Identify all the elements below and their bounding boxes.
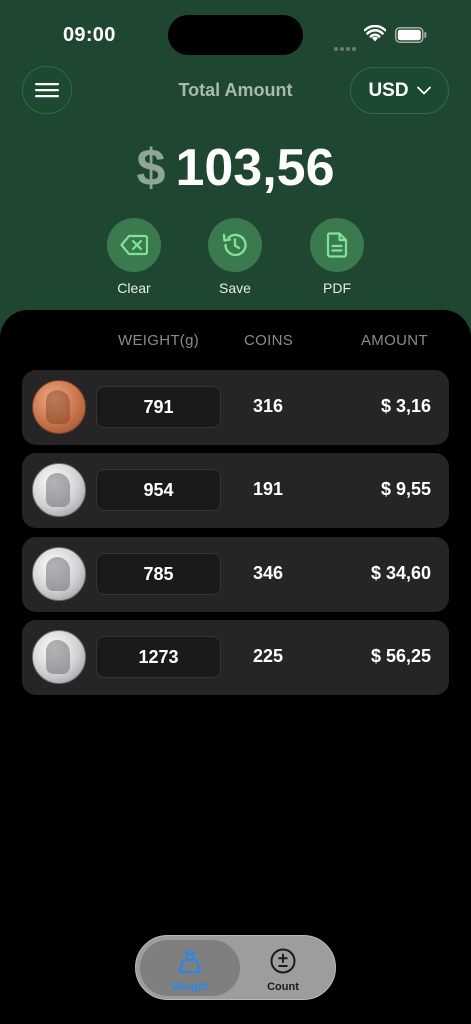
currency-label: USD bbox=[368, 79, 409, 101]
total-value: 103,56 bbox=[175, 139, 335, 197]
clear-button-circle bbox=[107, 218, 161, 272]
coin-row-nickel: 954 191 $ 9,55 bbox=[22, 453, 449, 528]
status-time: 09:00 bbox=[63, 24, 116, 46]
history-icon bbox=[222, 233, 247, 257]
quarter-icon bbox=[32, 630, 86, 684]
coin-row-quarter: 1273 225 $ 56,25 bbox=[22, 620, 449, 695]
weight-input-nickel[interactable]: 954 bbox=[96, 469, 221, 511]
dynamic-island bbox=[168, 15, 303, 55]
save-label: Save bbox=[219, 280, 251, 296]
tab-weight-label: Weight bbox=[171, 981, 209, 993]
tab-count-label: Count bbox=[267, 981, 299, 993]
currency-selector[interactable]: USD bbox=[350, 67, 449, 114]
nickel-icon bbox=[32, 463, 86, 517]
pdf-label: PDF bbox=[323, 280, 351, 296]
amount-dime: $ 34,60 bbox=[370, 563, 431, 583]
tab-bar: Weight Count bbox=[135, 935, 336, 1000]
weight-input-dime[interactable]: 785 bbox=[96, 553, 221, 595]
total-amount: $103,56 bbox=[0, 138, 471, 198]
header-amount: AMOUNT bbox=[361, 332, 428, 349]
status-bar: 09:00 bbox=[0, 0, 471, 70]
coins-count-dime: 346 bbox=[252, 563, 284, 583]
clear-label: Clear bbox=[117, 280, 151, 296]
pdf-button-circle bbox=[310, 218, 364, 272]
coins-count-nickel: 191 bbox=[252, 479, 284, 499]
battery-icon bbox=[395, 27, 427, 43]
save-button-circle bbox=[208, 218, 262, 272]
tab-weight[interactable]: Weight bbox=[140, 940, 240, 996]
plus-minus-icon bbox=[270, 948, 296, 974]
wifi-icon bbox=[364, 25, 386, 42]
backspace-icon bbox=[120, 234, 148, 256]
total-currency-symbol: $ bbox=[136, 139, 166, 197]
clear-button[interactable]: Clear bbox=[99, 218, 169, 296]
amount-penny: $ 3,16 bbox=[380, 396, 431, 416]
amount-quarter: $ 56,25 bbox=[370, 646, 431, 666]
coins-count-quarter: 225 bbox=[252, 646, 284, 666]
tab-count[interactable]: Count bbox=[233, 940, 333, 996]
coin-row-dime: 785 346 $ 34,60 bbox=[22, 537, 449, 612]
weight-input-penny[interactable]: 791 bbox=[96, 386, 221, 428]
coins-count-penny: 316 bbox=[252, 396, 284, 416]
dime-icon bbox=[32, 547, 86, 601]
chevron-down-icon bbox=[416, 86, 431, 95]
document-icon bbox=[326, 232, 348, 258]
header-weight: WEIGHT(g) bbox=[118, 332, 200, 349]
cellular-signal-icon bbox=[334, 38, 358, 51]
penny-icon bbox=[32, 380, 86, 434]
weight-input-quarter[interactable]: 1273 bbox=[96, 636, 221, 678]
save-button[interactable]: Save bbox=[200, 218, 270, 296]
pdf-button[interactable]: PDF bbox=[302, 218, 372, 296]
header-coins: COINS bbox=[244, 332, 294, 349]
scale-icon bbox=[178, 949, 202, 974]
coin-row-penny: 791 316 $ 3,16 bbox=[22, 370, 449, 445]
amount-nickel: $ 9,55 bbox=[380, 479, 431, 499]
